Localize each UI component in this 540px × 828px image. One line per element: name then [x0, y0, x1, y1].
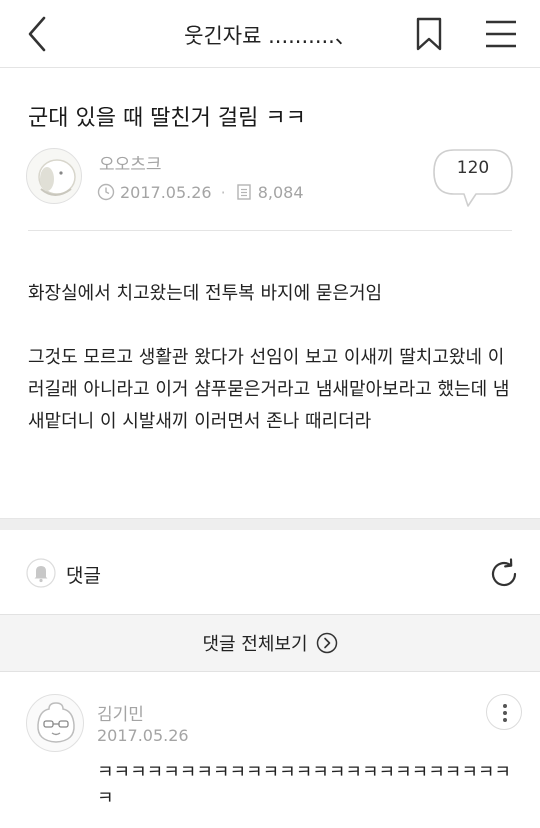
bookmark-button[interactable]: [412, 14, 446, 54]
commenter-name[interactable]: 김기민: [97, 700, 144, 725]
section-divider: [0, 518, 540, 530]
refresh-icon[interactable]: [488, 558, 520, 590]
comments-header: 댓글: [0, 530, 540, 614]
author-name[interactable]: 오오츠크: [99, 150, 162, 175]
chevron-right-circle-icon: [316, 632, 337, 654]
view-count: 8,084: [257, 182, 304, 202]
avatar-character-icon: [37, 702, 75, 743]
document-icon: [237, 184, 251, 200]
divider: [28, 230, 512, 231]
avatar-character-icon: [38, 159, 76, 196]
more-vertical-icon: [503, 718, 507, 722]
comment-count-bubble[interactable]: 120: [432, 148, 514, 208]
more-vertical-icon: [503, 711, 507, 715]
back-button[interactable]: [22, 14, 54, 54]
meta-separator: ·: [220, 182, 226, 202]
comments-label: 댓글: [66, 565, 101, 587]
board-title: 웃긴자료 ..........、: [184, 24, 356, 48]
view-all-comments-button[interactable]: 댓글 전체보기: [0, 614, 540, 672]
post-meta: 2017.05.26 · 8,084: [97, 180, 304, 204]
post-date: 2017.05.26: [120, 182, 212, 202]
clock-icon: [97, 183, 115, 201]
more-vertical-icon: [503, 704, 507, 708]
comment-count: 120: [456, 158, 490, 178]
chevron-left-icon: [28, 16, 46, 52]
post-title: 군대 있을 때 딸친거 걸림 ㅋㅋ: [28, 106, 306, 131]
comment-text: ㅋㅋㅋㅋㅋㅋㅋㅋㅋㅋㅋㅋㅋㅋㅋㅋㅋㅋㅋㅋㅋㅋㅋㅋㅋㅋ: [97, 762, 511, 809]
view-all-label: 댓글 전체보기: [202, 634, 308, 655]
comment-date: 2017.05.26: [97, 726, 189, 745]
bell-icon[interactable]: [26, 558, 56, 588]
hamburger-menu-icon: [486, 20, 516, 48]
author-avatar[interactable]: [26, 148, 82, 204]
commenter-avatar[interactable]: [26, 694, 84, 752]
more-options-button[interactable]: [486, 694, 522, 730]
menu-button[interactable]: [482, 14, 520, 54]
speech-bubble-icon: [433, 149, 513, 207]
top-app-bar: 웃긴자료 ..........、: [0, 0, 540, 68]
bookmark-icon: [416, 17, 442, 51]
post-paragraph: 화장실에서 치고왔는데 전투복 바지에 묻은거임: [28, 283, 383, 304]
post-body: 화장실에서 치고왔는데 전투복 바지에 묻은거임 그것도 모르고 생활관 왔다가…: [28, 278, 518, 438]
post-paragraph: 그것도 모르고 생활관 왔다가 선임이 보고 이새끼 딸치고왔네 이러길래 아니…: [28, 347, 510, 432]
